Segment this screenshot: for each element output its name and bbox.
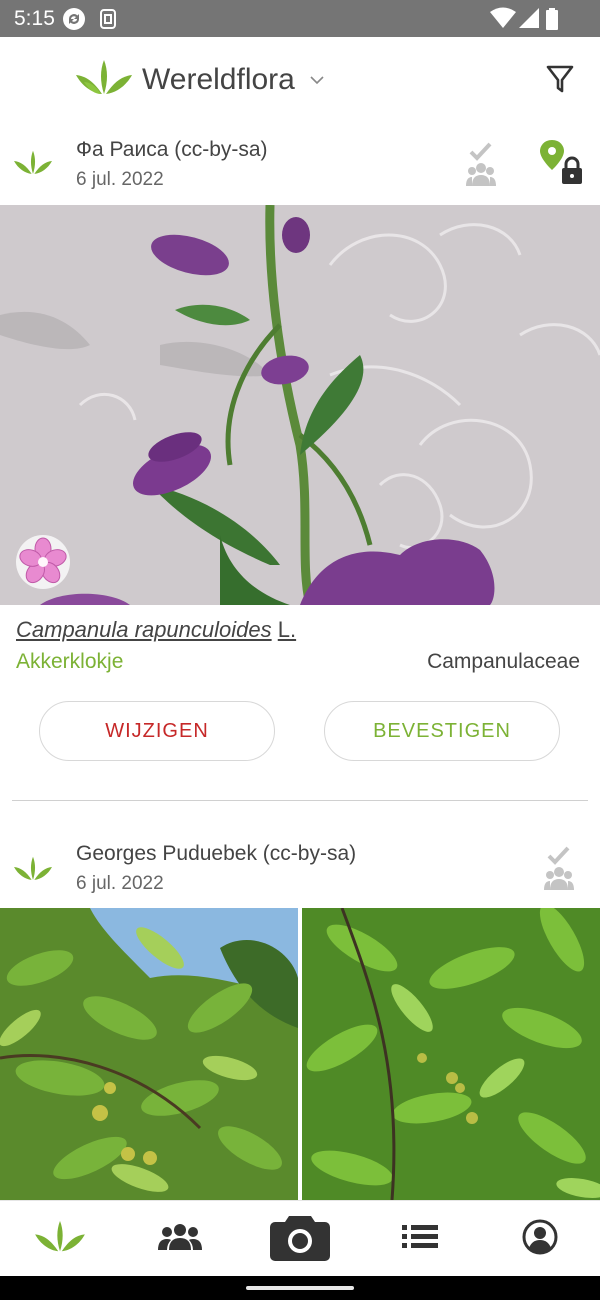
flora-logo-icon xyxy=(14,150,52,181)
nav-list[interactable] xyxy=(360,1201,480,1277)
observation-header[interactable]: Фа Раиса (cc-by-sa) 6 jul. 2022 xyxy=(0,128,600,204)
nav-camera[interactable] xyxy=(240,1201,360,1277)
species-authority[interactable]: L. xyxy=(278,617,296,642)
account-icon xyxy=(522,1219,558,1260)
nav-home[interactable] xyxy=(0,1201,120,1277)
signal-icon xyxy=(518,7,540,34)
nav-account[interactable] xyxy=(480,1201,600,1277)
observation-header[interactable]: Georges Puduebek (cc-by-sa) 6 jul. 2022 xyxy=(0,834,600,910)
species-common-name: Akkerklokje xyxy=(16,650,124,673)
battery-icon xyxy=(546,8,558,35)
confirm-button[interactable]: BEVESTIGEN xyxy=(324,701,560,761)
filter-icon[interactable] xyxy=(540,59,580,99)
flora-logo-icon xyxy=(14,856,52,887)
app-bar: Wereldflora xyxy=(0,37,600,125)
community-validation-icon xyxy=(544,846,574,897)
camera-icon xyxy=(269,1212,331,1267)
species-scientific[interactable]: Campanula rapunculoides xyxy=(16,617,272,642)
status-time: 5:15 xyxy=(14,7,55,30)
observation-photo[interactable] xyxy=(302,908,600,1200)
app-title[interactable]: Wereldflora xyxy=(142,63,295,97)
wifi-icon xyxy=(490,7,516,34)
observation-date: 6 jul. 2022 xyxy=(76,169,164,190)
list-icon xyxy=(402,1224,438,1255)
species-family: Campanulaceae xyxy=(427,650,580,673)
sim-icon xyxy=(98,7,118,36)
home-icon xyxy=(35,1220,85,1258)
change-button[interactable]: WIJZIGEN xyxy=(39,701,275,761)
observation-photo[interactable] xyxy=(0,205,600,605)
sync-icon xyxy=(62,7,86,36)
nav-community[interactable] xyxy=(120,1201,240,1277)
divider xyxy=(12,800,588,801)
bottom-navigation xyxy=(0,1200,600,1277)
observation-author: Фа Раиса (cc-by-sa) xyxy=(76,138,268,161)
location-locked-icon[interactable] xyxy=(538,138,586,193)
observation-author: Georges Puduebek (cc-by-sa) xyxy=(76,842,357,865)
species-scientific-name[interactable]: Campanula rapunculoides L. xyxy=(16,617,296,643)
chevron-down-icon[interactable] xyxy=(310,72,324,90)
observation-photo[interactable] xyxy=(0,908,298,1200)
community-validation-icon xyxy=(466,142,496,193)
observation-date: 6 jul. 2022 xyxy=(76,873,164,894)
status-bar: 5:15 xyxy=(0,0,600,37)
flora-logo-icon xyxy=(76,60,132,101)
community-icon xyxy=(158,1222,202,1257)
flower-badge-icon xyxy=(16,535,70,589)
home-gesture-bar[interactable] xyxy=(246,1286,354,1290)
